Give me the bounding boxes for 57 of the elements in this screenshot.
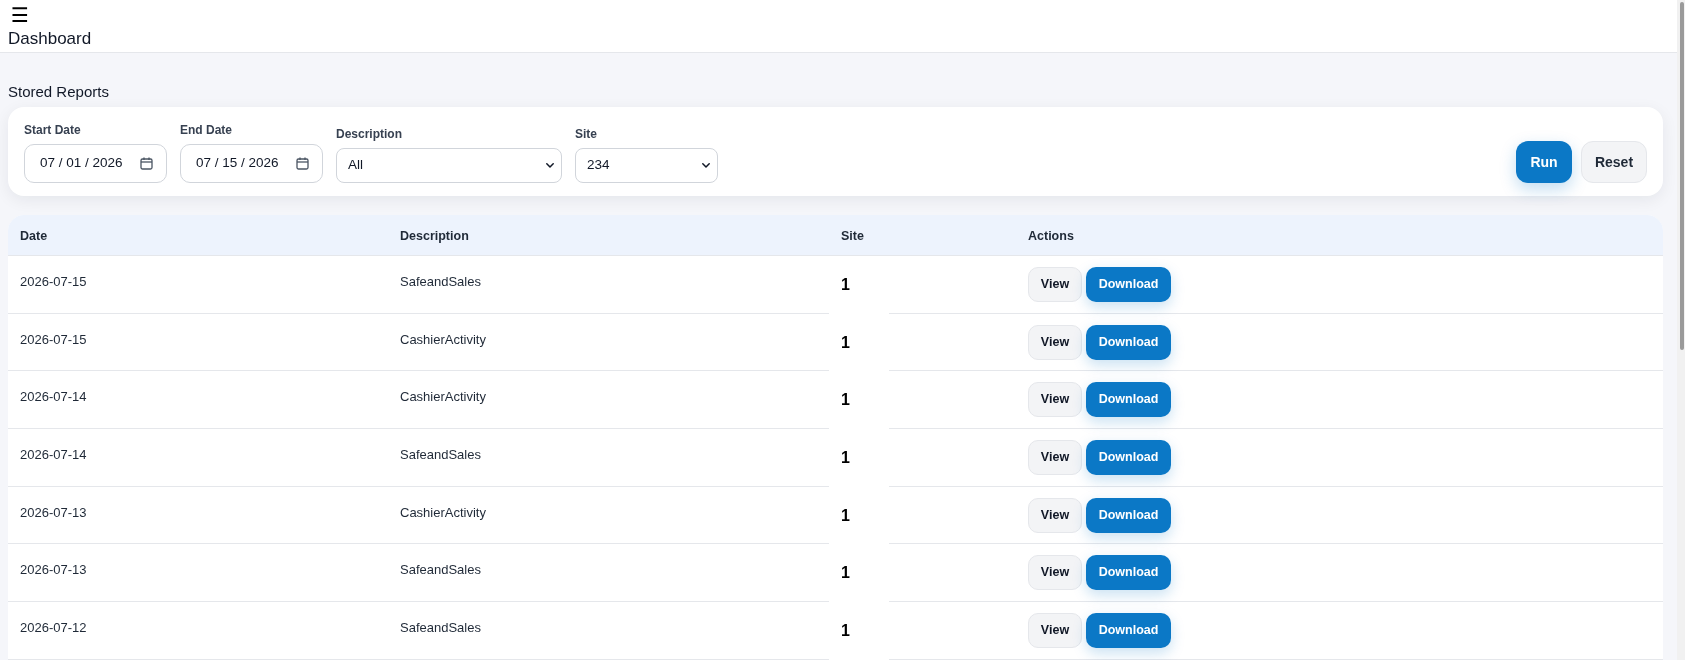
description-text: SafeandSales [400,620,481,636]
download-button[interactable]: Download [1086,266,1171,302]
description-text: CashierActivity [400,504,486,520]
section-title: Stored Reports [8,82,109,102]
site-text: 1 [841,275,850,294]
date-text: 2026-07-13 [20,562,87,578]
view-button[interactable]: View [1028,382,1082,418]
view-button[interactable]: View [1028,266,1082,302]
view-button[interactable]: View [1028,439,1082,475]
download-button[interactable]: Download [1086,439,1171,475]
date-text: 2026-07-14 [20,389,87,405]
view-button[interactable]: View [1028,612,1082,648]
column-header: Date [20,229,48,243]
date-field[interactable]: 07 / 15 / 2026 [180,144,323,183]
download-button[interactable]: Download [1086,497,1171,533]
date-text: 2026-07-13 [20,504,87,520]
description-text: CashierActivity [400,331,486,347]
download-button[interactable]: Download [1086,382,1171,418]
calendar-icon [296,157,309,170]
date-field[interactable]: 07 / 01 / 2026 [24,144,167,183]
download-button[interactable]: Download [1086,324,1171,360]
date-text: 2026-07-15 [20,274,87,289]
site-text: 1 [841,564,850,583]
description-text: SafeandSales [400,274,481,289]
calendar-icon [140,157,153,170]
page-title: Dashboard [8,28,92,50]
reset-button[interactable]: Reset [1581,141,1647,183]
select-field[interactable]: All [336,148,562,183]
view-button[interactable]: View [1028,497,1082,533]
description-text: CashierActivity [400,389,486,405]
site-text: 1 [841,391,850,410]
site-text: 1 [841,621,850,640]
field-label: End Date [180,122,232,138]
download-button[interactable]: Download [1086,555,1171,591]
site-text: 1 [841,448,850,467]
description-text: SafeandSales [400,562,481,578]
description-text: SafeandSales [400,447,481,463]
chevron-down-icon [702,163,710,168]
field-label: Site [575,126,597,142]
column-header: Site [841,229,864,243]
column-header: Actions [1028,229,1074,243]
column-header: Description [400,229,469,243]
chevron-down-icon [546,163,554,168]
view-button[interactable]: View [1028,555,1082,591]
date-text: 2026-07-12 [20,620,87,636]
view-button[interactable]: View [1028,324,1082,360]
field-label: Start Date [24,122,81,138]
download-button[interactable]: Download [1086,612,1171,648]
site-text: 1 [841,333,850,352]
date-text: 2026-07-14 [20,447,87,463]
menu-button[interactable]: ☰ [11,4,29,26]
run-button[interactable]: Run [1516,141,1572,183]
site-text: 1 [841,506,850,525]
date-text: 2026-07-15 [20,331,87,347]
scrollbar-thumb[interactable] [1680,2,1684,350]
field-label: Description [336,126,402,142]
select-field[interactable]: 234 [575,148,718,183]
